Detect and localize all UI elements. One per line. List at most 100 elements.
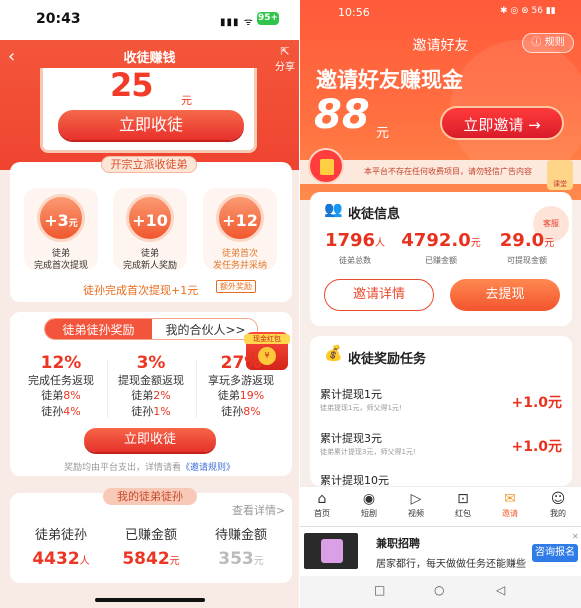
share-icon: ⇱ — [280, 45, 290, 58]
ad-title: 兼职招聘 — [376, 537, 420, 550]
badge-line2: 发任务并采纳 — [212, 261, 267, 271]
recruit-button-2[interactable]: 立即收徒 — [84, 428, 216, 452]
tab-partner[interactable]: 我的合伙人>> — [152, 319, 257, 339]
rules-button[interactable]: ⓘ 规则 — [522, 33, 574, 53]
commission-row: 徒弟19% — [217, 389, 265, 402]
hero-headline: 邀请好友赚现金 — [316, 68, 463, 92]
task-name: 累计提现1元 — [320, 388, 382, 401]
notice-text: 本平台不存在任何收费项目，请勿轻信广告内容 — [364, 167, 532, 176]
commission-desc: 完成任务返现 — [28, 374, 94, 387]
reward-amount: +10元 — [126, 194, 174, 277]
commission-desc: 享玩多游返现 — [208, 374, 274, 387]
invite-now-button[interactable]: 立即邀请 → — [440, 106, 564, 140]
home-icon: ⌂ — [317, 491, 327, 507]
stat-label: 徒弟徒孙 — [34, 528, 87, 543]
stat-label: 可提现金额 — [507, 256, 547, 265]
nav-video[interactable]: ▷ 视频 — [396, 490, 436, 519]
nav-label: 首页 — [314, 509, 330, 518]
invite-details-button[interactable]: 邀请详情 — [324, 279, 434, 311]
stat-value: 1796人 — [324, 230, 386, 251]
stat-value: 29.0元 — [499, 230, 555, 251]
earned-stat: 已赚金额 5842元 — [106, 524, 196, 569]
red-packet-nav-icon: ⊡ — [457, 491, 469, 507]
extra-reward-badge: 额外奖励 — [216, 280, 256, 293]
close-icon[interactable]: ✕ — [572, 532, 579, 541]
left-phone: 20:43 ▮▮▮ ᯤ 95+ ‹ 收徒赚钱 ⇱ 分享 25 元 立即收徒 开宗… — [0, 0, 299, 608]
view-details-link[interactable]: 查看详情> — [232, 502, 285, 518]
coin-bag-icon: 💰 — [324, 344, 343, 362]
film-icon: ◉ — [362, 491, 376, 507]
invite-rules-link[interactable]: 《邀请规则》 — [181, 463, 235, 473]
nav-label: 红包 — [455, 509, 471, 518]
classroom-icon[interactable]: 课堂 — [547, 160, 573, 190]
stat-label: 已赚金额 — [124, 528, 177, 543]
nav-redpacket[interactable]: ⊡ 红包 — [443, 490, 483, 519]
ad-desc: 居家都行，每天做做任务还能赚些... — [376, 559, 526, 570]
section-tag: 开宗立派收徒弟 — [101, 156, 197, 173]
reward-amount: +12元 — [216, 194, 264, 277]
recruit-button[interactable]: 立即收徒 — [58, 110, 244, 140]
recents-icon[interactable]: □ — [374, 583, 385, 597]
hero-unit: 元 — [376, 126, 390, 141]
stat-withdrawable: 29.0元 可提现金额 — [484, 230, 570, 266]
back-triangle-icon[interactable]: ◁ — [496, 583, 505, 597]
withdraw-button[interactable]: 去提现 — [450, 279, 560, 311]
disciple-stat: 徒弟徒孙 4432人 — [16, 524, 106, 569]
badge-line2: 完成首次提现 — [33, 261, 88, 271]
commission-tabs: 徒弟徒孙奖励 我的合伙人>> — [44, 318, 258, 340]
reward-badge: +10元 徒弟 完成新人奖励 — [113, 188, 187, 277]
nav-mine[interactable]: ☺ 我的 — [538, 490, 578, 519]
commission-desc: 提现金额返现 — [118, 374, 184, 387]
task-item[interactable]: 累计提现1元 徒弟提现1元，师父得1元! +1.0元 — [320, 386, 570, 426]
nav-drama[interactable]: ◉ 短剧 — [349, 490, 389, 519]
stat-value: 4432人 — [32, 549, 90, 569]
commission-column: 3% 提现金额返现 徒弟2% 徒孙1% — [106, 352, 196, 420]
screenshot: 20:43 ▮▮▮ ᯤ 95+ ‹ 收徒赚钱 ⇱ 分享 25 元 立即收徒 开宗… — [0, 0, 581, 608]
tab-disciple-reward[interactable]: 徒弟徒孙奖励 — [45, 319, 152, 339]
commission-pct: 3% — [136, 353, 166, 373]
task-name: 累计提现10元 — [320, 474, 389, 486]
red-envelope-icon[interactable] — [308, 148, 344, 184]
task-item[interactable]: 累计提现10元 — [320, 472, 570, 486]
users-icon: 👥 — [324, 200, 343, 218]
ad-consult-button[interactable]: 咨询报名 — [532, 544, 578, 562]
reward-badge: +12元 徒弟首次 发任务并采纳 — [203, 188, 277, 277]
red-packet-label: 现金红包 — [244, 334, 290, 344]
hero-amount: 25 — [110, 66, 154, 104]
pending-stat: 待赚金额 353元 — [196, 524, 286, 569]
signal-icon: ▮▮▮ ᯤ — [220, 17, 254, 28]
stat-label: 已赚金额 — [425, 256, 457, 265]
commission-column: 12% 完成任务返现 徒弟8% 徒孙4% — [16, 352, 106, 420]
commission-pct: 27% — [220, 353, 262, 373]
task-amount: +1.0元 — [511, 439, 562, 455]
task-item[interactable]: 累计提现3元 徒弟累计提现3元，师父得1元! +1.0元 — [320, 430, 570, 470]
stat-label: 待赚金额 — [214, 528, 267, 543]
commission-pct: 12% — [40, 353, 82, 373]
reward-amount: +3元 — [37, 194, 85, 242]
home-circle-icon[interactable]: ○ — [434, 583, 444, 597]
grandson-reward-text: 徒孙完成首次提现+1元 — [83, 284, 199, 297]
nav-invite[interactable]: ✉ 邀请 — [490, 490, 530, 519]
badge-line2: 完成新人奖励 — [122, 261, 177, 271]
section-tag-disciples: 我的徒弟徒孙 — [103, 488, 197, 505]
commission-row: 徒弟8% — [41, 389, 81, 402]
stat-earned: 4792.0元 已赚金额 — [398, 230, 484, 266]
stat-value: 4792.0元 — [401, 230, 481, 251]
task-title: 收徒奖励任务 — [348, 352, 427, 367]
home-indicator[interactable] — [95, 598, 205, 602]
commission-column: 27% 享玩多游返现 徒弟19% 徒孙8% — [196, 352, 286, 420]
user-icon: ☺ — [550, 491, 566, 507]
right-phone: 10:56 ✱ ◎ ⊛ 56 ▮▮ 邀请好友 ⓘ 规则 邀请好友赚现金 88 元… — [300, 0, 581, 608]
nav-label: 视频 — [408, 509, 424, 518]
nav-label: 短剧 — [361, 509, 377, 518]
play-icon: ▷ — [410, 491, 422, 507]
share-button[interactable]: ⇱ 分享 — [273, 45, 297, 73]
commission-row: 徒孙8% — [221, 405, 261, 418]
status-time: 20:43 — [36, 11, 81, 27]
commission-row: 徒弟2% — [131, 389, 171, 402]
task-desc: 徒弟提现1元，师父得1元! — [320, 404, 402, 412]
nav-label: 我的 — [550, 509, 566, 518]
nav-label: 邀请 — [502, 509, 518, 518]
nav-home[interactable]: ⌂ 首页 — [302, 490, 342, 519]
info-title: 收徒信息 — [348, 207, 401, 222]
